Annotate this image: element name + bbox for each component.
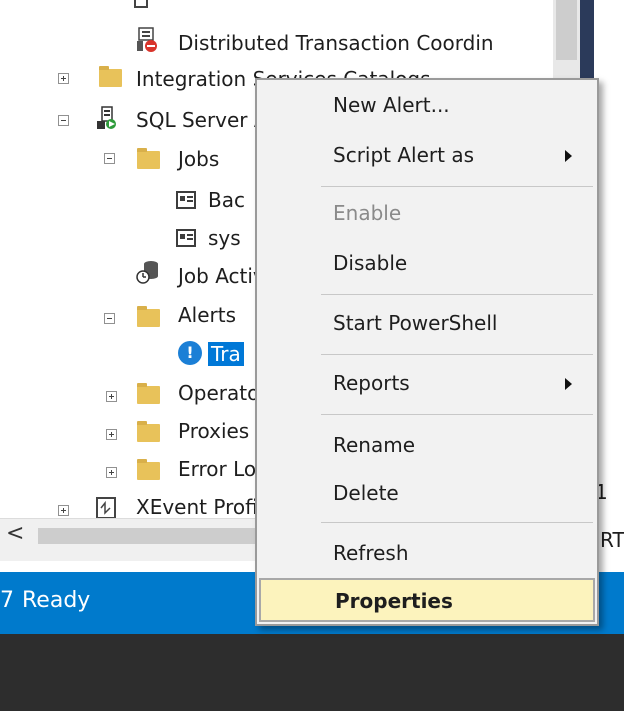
folder-icon	[137, 383, 160, 404]
folder-icon	[137, 459, 160, 480]
tree-item-alerts[interactable]: Alerts	[178, 299, 236, 331]
folder-icon	[137, 306, 160, 327]
menu-item-label: Disable	[333, 251, 408, 275]
menu-item-rename[interactable]: Rename	[257, 424, 597, 468]
expand-icon[interactable]	[58, 73, 69, 84]
menu-item-label: Properties	[335, 589, 453, 613]
scroll-left-icon[interactable]: <	[6, 521, 24, 546]
status-text: Ready	[22, 588, 91, 613]
tree-item-label: Proxies	[178, 419, 250, 443]
expand-icon[interactable]	[58, 505, 69, 516]
tree-item-label: Distributed Transaction Coordin	[178, 31, 494, 55]
menu-item-label: Delete	[333, 481, 399, 505]
collapse-icon[interactable]	[104, 153, 115, 164]
submenu-arrow-icon	[565, 150, 572, 162]
collapse-icon[interactable]	[58, 115, 69, 126]
folder-icon	[137, 148, 160, 169]
menu-item-properties[interactable]: Properties	[259, 578, 595, 622]
dtc-icon	[136, 27, 158, 53]
vertical-scrollbar-thumb[interactable]	[556, 0, 577, 60]
sql-agent-icon	[96, 106, 118, 130]
menu-separator	[321, 294, 593, 295]
tree-item-label: Jobs	[178, 147, 220, 171]
document-text: RT	[600, 528, 624, 552]
partial-node-icon	[134, 0, 148, 8]
folder-icon	[99, 66, 122, 87]
menu-item-enable: Enable	[257, 192, 597, 236]
folder-icon	[137, 421, 160, 442]
xevent-profiler-icon	[96, 497, 116, 519]
job-activity-monitor-icon	[136, 259, 160, 285]
menu-item-script-alert-as[interactable]: Script Alert as	[257, 134, 597, 178]
tree-item-label: Bac	[208, 188, 245, 212]
expand-icon[interactable]	[106, 429, 117, 440]
collapse-icon[interactable]	[104, 313, 115, 324]
menu-item-start-powershell[interactable]: Start PowerShell	[257, 302, 597, 346]
menu-item-new-alert[interactable]: New Alert...	[257, 84, 597, 128]
menu-separator	[321, 522, 593, 523]
menu-item-disable[interactable]: Disable	[257, 242, 597, 286]
menu-item-label: Refresh	[333, 541, 409, 565]
tree-item-dtc[interactable]: Distributed Transaction Coordin	[178, 27, 494, 59]
expand-icon[interactable]	[106, 391, 117, 402]
context-menu: New Alert... Script Alert as Enable Disa…	[255, 78, 599, 626]
tree-item-selected-alert[interactable]: Tra	[208, 338, 244, 370]
menu-separator	[321, 414, 593, 415]
job-icon	[176, 229, 196, 247]
tree-item-label: Tra	[208, 342, 244, 366]
menu-item-delete[interactable]: Delete	[257, 472, 597, 516]
menu-item-refresh[interactable]: Refresh	[257, 532, 597, 576]
menu-separator	[321, 354, 593, 355]
menu-item-reports[interactable]: Reports	[257, 362, 597, 406]
menu-item-label: Start PowerShell	[333, 311, 498, 335]
submenu-arrow-icon	[565, 378, 572, 390]
job-icon	[176, 191, 196, 209]
tree-item-label: Alerts	[178, 303, 237, 327]
tree-item-job[interactable]: sys	[208, 222, 241, 254]
tree-item-label: sys	[208, 226, 241, 250]
taskbar	[0, 634, 624, 711]
menu-item-label: Rename	[333, 433, 416, 457]
expand-icon[interactable]	[106, 467, 117, 478]
alert-icon: !	[178, 341, 202, 365]
tree-item-jobs[interactable]: Jobs	[178, 143, 219, 175]
tree-item-job[interactable]: Bac	[208, 184, 245, 216]
menu-item-label: New Alert...	[333, 93, 450, 117]
menu-item-label: Enable	[333, 201, 402, 225]
horizontal-scrollbar-thumb[interactable]	[38, 528, 278, 544]
menu-item-label: Script Alert as	[333, 143, 475, 167]
menu-separator	[321, 186, 593, 187]
status-glyph: 7	[0, 588, 14, 613]
menu-item-label: Reports	[333, 371, 410, 395]
tree-item-proxies[interactable]: Proxies	[178, 415, 249, 447]
